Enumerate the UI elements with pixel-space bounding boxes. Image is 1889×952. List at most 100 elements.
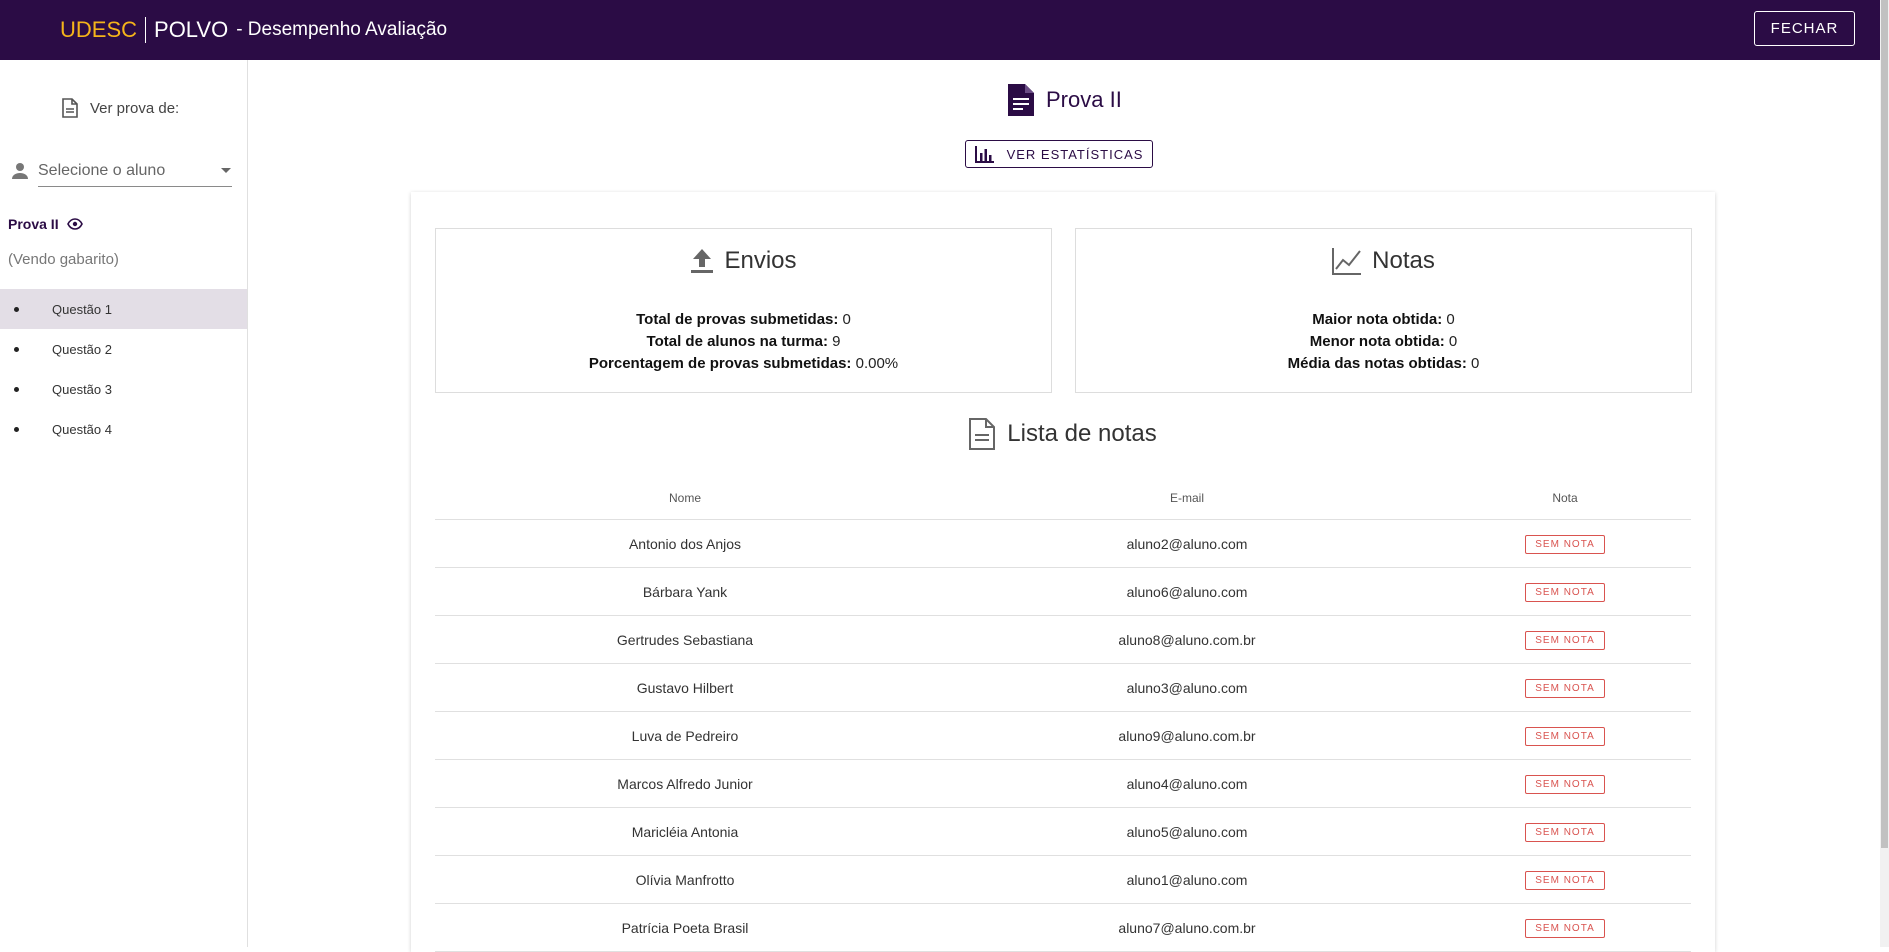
grade-cell: SEM NOTA bbox=[1439, 678, 1691, 698]
notas-heading-text: Notas bbox=[1372, 247, 1435, 274]
view-stats-button[interactable]: VER ESTATÍSTICAS bbox=[965, 140, 1153, 168]
table-row[interactable]: Antonio dos Anjos aluno2@aluno.com SEM NOT… bbox=[435, 520, 1691, 568]
exam-title: Prova II bbox=[1008, 84, 1122, 116]
table-row[interactable]: Gustavo Hilbert aluno3@aluno.com SEM NOTA bbox=[435, 664, 1691, 712]
no-grade-badge: SEM NOTA bbox=[1525, 870, 1605, 890]
no-grade-badge: SEM NOTA bbox=[1525, 774, 1605, 794]
no-grade-badge: SEM NOTA bbox=[1525, 726, 1605, 746]
ver-prova-heading: Ver prova de: bbox=[62, 98, 179, 118]
student-email: aluno7@aluno.com.br bbox=[1118, 919, 1256, 936]
table-row[interactable]: Gertrudes Sebastiana aluno8@aluno.com.br S… bbox=[435, 616, 1691, 664]
student-email: aluno1@aluno.com bbox=[1126, 871, 1248, 888]
document-icon bbox=[62, 98, 78, 118]
vendo-gabarito-label: (Vendo gabarito) bbox=[8, 251, 119, 268]
envios-heading-text: Envios bbox=[724, 247, 797, 274]
grade-cell: SEM NOTA bbox=[1439, 582, 1691, 602]
table-header: Nome E-mail Nota bbox=[435, 477, 1691, 520]
student-select-field[interactable]: Selecione o aluno bbox=[38, 155, 232, 187]
grade-cell: SEM NOTA bbox=[1439, 726, 1691, 746]
student-email: aluno8@aluno.com.br bbox=[1118, 631, 1256, 648]
grades-table: Nome E-mail Nota Antonio dos Anjos aluno2… bbox=[435, 477, 1691, 952]
student-select[interactable]: Selecione o aluno bbox=[10, 155, 232, 187]
person-icon bbox=[12, 163, 28, 179]
no-grade-badge: SEM NOTA bbox=[1525, 582, 1605, 602]
student-name: Patrícia Poeta Brasil bbox=[621, 919, 749, 936]
student-email: aluno6@aluno.com bbox=[1126, 583, 1248, 600]
brand-divider bbox=[145, 17, 147, 43]
bar-chart-icon bbox=[974, 146, 994, 163]
prova-label: Prova II bbox=[8, 216, 83, 232]
col-header-name[interactable]: Nome bbox=[435, 491, 935, 505]
envios-lines: Total de provas submetidas: 0 Total de a… bbox=[436, 309, 1051, 375]
grades-list-heading: Lista de notas bbox=[411, 418, 1715, 450]
scrollbar[interactable] bbox=[1880, 0, 1889, 947]
brand: UDESC POLVO - Desempenho Avaliação bbox=[60, 0, 447, 60]
col-header-nota[interactable]: Nota bbox=[1439, 491, 1691, 505]
notas-lines: Maior nota obtida: 0 Menor nota obtida: … bbox=[1076, 309, 1691, 375]
question-label: Questão 2 bbox=[52, 341, 112, 357]
grade-cell: SEM NOTA bbox=[1439, 822, 1691, 842]
table-row[interactable]: Luva de Pedreiro aluno9@aluno.com.br SEM N… bbox=[435, 712, 1691, 760]
student-email: aluno3@aluno.com bbox=[1126, 679, 1248, 696]
question-item-3[interactable]: Questão 3 bbox=[0, 369, 247, 409]
grade-cell: SEM NOTA bbox=[1439, 534, 1691, 554]
envios-line: Total de alunos na turma: 9 bbox=[646, 333, 841, 350]
table-row[interactable]: Marcos Alfredo Junior aluno4@aluno.com SEM… bbox=[435, 760, 1691, 808]
notas-line: Média das notas obtidas: 0 bbox=[1287, 355, 1480, 372]
question-label: Questão 1 bbox=[52, 301, 112, 317]
envios-line: Total de provas submetidas: 0 bbox=[636, 311, 851, 328]
table-body: Antonio dos Anjos aluno2@aluno.com SEM NOT… bbox=[435, 520, 1691, 952]
table-row[interactable]: Patrícia Poeta Brasil aluno7@aluno.com.br… bbox=[435, 904, 1691, 952]
eye-icon[interactable] bbox=[66, 218, 83, 230]
student-name: Gertrudes Sebastiana bbox=[616, 631, 754, 648]
table-row[interactable]: Olívia Manfrotto aluno1@aluno.com SEM NOTA bbox=[435, 856, 1691, 904]
prova-name: Prova II bbox=[8, 216, 59, 232]
bullet bbox=[14, 387, 19, 392]
student-select-placeholder: Selecione o aluno bbox=[38, 161, 166, 179]
document-filled-icon bbox=[1008, 84, 1034, 116]
table-row[interactable]: Maricléia Antonia aluno5@aluno.com SEM NOT… bbox=[435, 808, 1691, 856]
app-bar: UDESC POLVO - Desempenho Avaliação FECHA… bbox=[0, 0, 1880, 60]
notas-heading: Notas bbox=[1076, 247, 1691, 275]
student-email: aluno9@aluno.com.br bbox=[1118, 727, 1256, 744]
close-button[interactable]: FECHAR bbox=[1754, 11, 1855, 46]
envios-box: Envios Total de provas submetidas: 0 Tot… bbox=[435, 228, 1052, 393]
chevron-down-icon bbox=[221, 167, 231, 173]
no-grade-badge: SEM NOTA bbox=[1525, 534, 1605, 554]
grade-cell: SEM NOTA bbox=[1439, 630, 1691, 650]
notas-box: Notas Maior nota obtida: 0 Menor nota ob… bbox=[1075, 228, 1692, 393]
student-email: aluno4@aluno.com bbox=[1126, 775, 1248, 792]
student-name: Gustavo Hilbert bbox=[636, 679, 734, 696]
notas-line: Maior nota obtida: 0 bbox=[1312, 311, 1455, 328]
bullet bbox=[14, 427, 19, 432]
exam-title-text: Prova II bbox=[1046, 87, 1122, 112]
student-name: Luva de Pedreiro bbox=[631, 727, 739, 744]
question-item-2[interactable]: Questão 2 bbox=[0, 329, 247, 369]
grade-cell: SEM NOTA bbox=[1439, 870, 1691, 890]
results-card: Envios Total de provas submetidas: 0 Tot… bbox=[411, 192, 1715, 952]
bullet bbox=[14, 347, 19, 352]
grade-cell: SEM NOTA bbox=[1439, 774, 1691, 794]
line-chart-icon bbox=[1332, 248, 1362, 275]
no-grade-badge: SEM NOTA bbox=[1525, 630, 1605, 650]
question-list: Questão 1 Questão 2 Questão 3 Questão 4 bbox=[0, 289, 247, 449]
no-grade-badge: SEM NOTA bbox=[1525, 678, 1605, 698]
table-row[interactable]: Bárbara Yank aluno6@aluno.com SEM NOTA bbox=[435, 568, 1691, 616]
grades-list-title: Lista de notas bbox=[1007, 420, 1157, 447]
student-name: Olívia Manfrotto bbox=[635, 871, 735, 888]
bullet bbox=[14, 307, 19, 312]
question-item-1[interactable]: Questão 1 bbox=[0, 289, 247, 329]
envios-heading: Envios bbox=[436, 247, 1051, 275]
brand-polvo: POLVO bbox=[154, 17, 229, 42]
student-name: Marcos Alfredo Junior bbox=[617, 775, 753, 792]
student-name: Antonio dos Anjos bbox=[628, 535, 742, 552]
student-name: Bárbara Yank bbox=[642, 583, 728, 600]
question-label: Questão 4 bbox=[52, 421, 112, 437]
no-grade-badge: SEM NOTA bbox=[1525, 918, 1605, 938]
col-header-email[interactable]: E-mail bbox=[935, 491, 1439, 505]
ver-prova-label: Ver prova de: bbox=[90, 99, 180, 117]
notas-line: Menor nota obtida: 0 bbox=[1309, 333, 1458, 350]
scrollbar-thumb[interactable] bbox=[1881, 0, 1888, 848]
question-item-4[interactable]: Questão 4 bbox=[0, 409, 247, 449]
grade-cell: SEM NOTA bbox=[1439, 918, 1691, 938]
